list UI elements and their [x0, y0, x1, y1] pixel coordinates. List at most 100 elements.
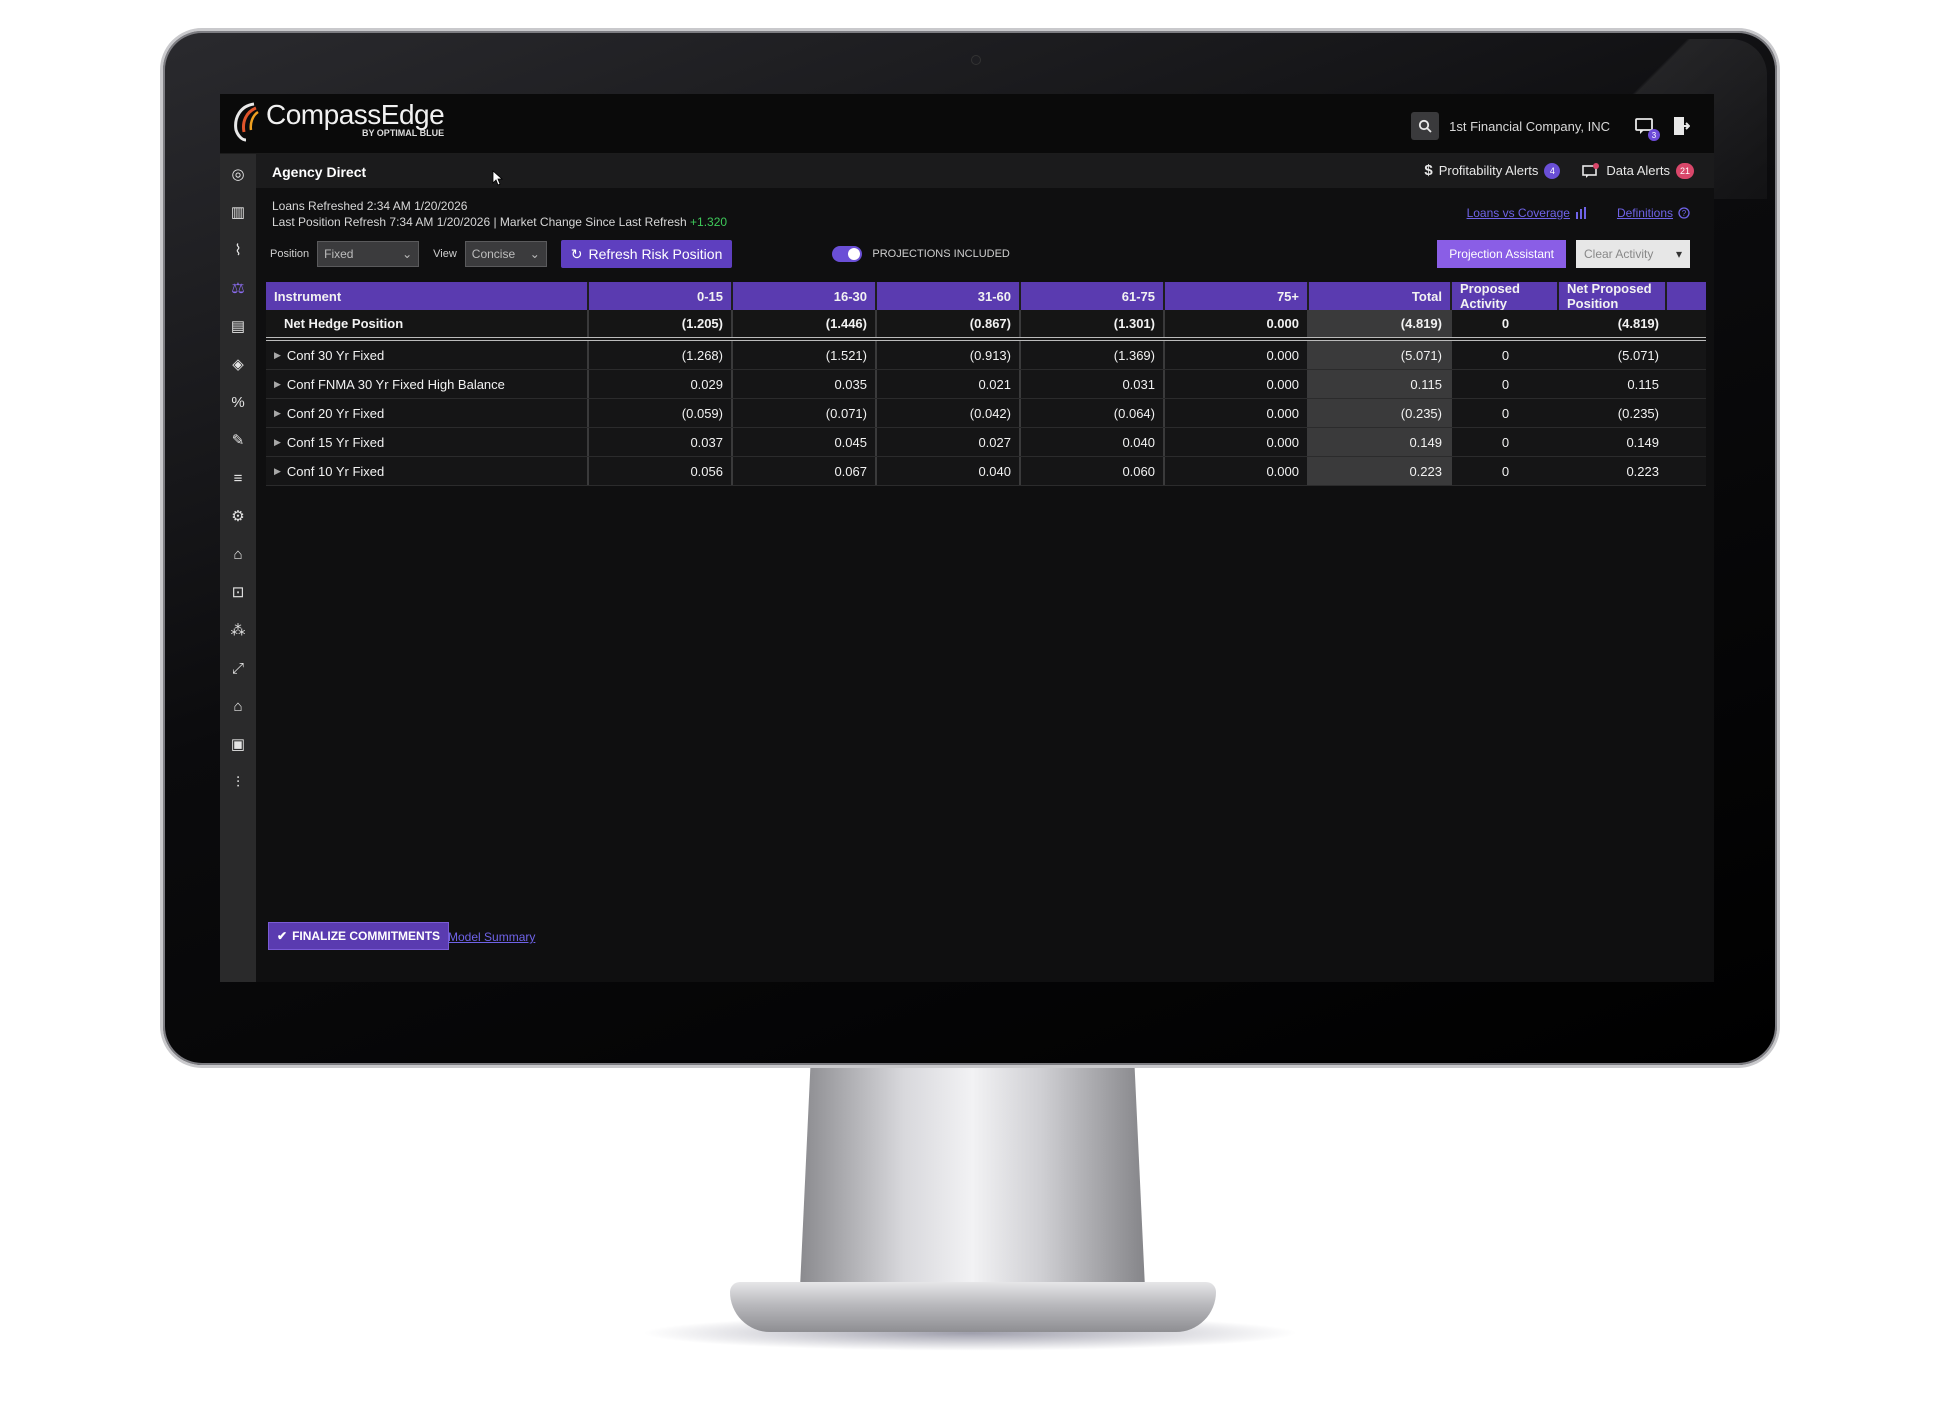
cash-icon[interactable]: ▣	[228, 734, 248, 754]
last-position-refresh: Last Position Refresh 7:34 AM 1/20/2026 …	[272, 215, 687, 229]
clear-activity-label: Clear Activity	[1584, 247, 1654, 261]
column-header[interactable]: 75+	[1165, 282, 1309, 310]
cell-value: 0.115	[1627, 376, 1659, 392]
cell-value: 0.000	[1266, 434, 1299, 450]
column-header[interactable]: Net Proposed Position	[1559, 281, 1667, 311]
clear-activity-select[interactable]: Clear Activity ▾	[1576, 240, 1690, 268]
refresh-risk-position-button[interactable]: ↻ Refresh Risk Position	[560, 240, 733, 268]
table-cell: 0.000	[1165, 399, 1309, 427]
messages-button[interactable]: 3	[1632, 113, 1660, 141]
logo[interactable]: CompassEdge BY OPTIMAL BLUE	[230, 100, 445, 142]
check-icon: ✔	[277, 929, 288, 943]
cell-value: 0	[1501, 405, 1510, 421]
coins-icon[interactable]: ⁂	[228, 620, 248, 640]
column-header[interactable]: 16-30	[733, 282, 877, 310]
top-bar: CompassEdge BY OPTIMAL BLUE 1st Financia…	[220, 94, 1714, 154]
position-label: Position	[270, 248, 310, 260]
table-cell: ▶ Conf 20 Yr Fixed	[266, 399, 589, 427]
table-cell: ▶ Conf 10 Yr Fixed	[266, 457, 589, 485]
view-label: View	[433, 248, 457, 260]
projection-assistant-button[interactable]: Projection Assistant	[1437, 240, 1566, 268]
table-cell: ▶ Conf 30 Yr Fixed	[266, 341, 589, 369]
cell-value: 0-15	[696, 288, 723, 304]
table-cell: 0.045	[733, 428, 877, 456]
row-label: Conf 10 Yr Fixed	[286, 463, 385, 479]
table-cell: (0.913)	[877, 341, 1021, 369]
edit-document-icon[interactable]: ✎	[228, 430, 248, 450]
cell-value: (5.071)	[1617, 347, 1659, 363]
tag-icon[interactable]: ◈	[228, 354, 248, 374]
chevron-down-icon: ⌄	[402, 247, 413, 261]
percent-icon[interactable]: %	[228, 392, 248, 412]
column-header[interactable]: 31-60	[877, 282, 1021, 310]
dollar-icon: $	[1424, 162, 1433, 179]
table-cell: ▶ Conf FNMA 30 Yr Fixed High Balance	[266, 370, 589, 398]
cell-value: 0.045	[834, 434, 867, 450]
projections-label: PROJECTIONS INCLUDED	[872, 248, 1010, 260]
profitability-alerts-count: 4	[1544, 162, 1561, 179]
model-summary-link[interactable]: Model Summary	[448, 930, 535, 944]
cell-value: 0.000	[1266, 316, 1299, 331]
home-icon[interactable]: ⌂	[228, 696, 248, 716]
projections-toggle[interactable]	[832, 246, 863, 262]
bar-chart-icon[interactable]: ▥	[228, 202, 248, 222]
cell-value: (4.819)	[1400, 316, 1442, 331]
table-row[interactable]: ▶ Conf 30 Yr Fixed (1.268) (1.521) (0.913) (1…	[266, 341, 1706, 370]
expand-row-icon[interactable]: ▶	[274, 437, 281, 448]
column-header[interactable]: Instrument	[266, 282, 589, 310]
expand-row-icon[interactable]: ▶	[274, 466, 281, 477]
loans-vs-coverage-link[interactable]: Loans vs Coverage	[1467, 206, 1589, 220]
table-cell: 0	[1452, 428, 1559, 456]
document-icon[interactable]: ▤	[228, 316, 248, 336]
row-label: Net Hedge Position	[284, 316, 404, 331]
chevron-down-icon: ⌄	[529, 247, 540, 261]
finalize-commitments-button[interactable]: ✔ FINALIZE COMMITMENTS	[268, 922, 450, 950]
sliders-icon[interactable]: ⫶	[228, 772, 248, 792]
definitions-link[interactable]: Definitions ?	[1617, 206, 1690, 220]
table-cell: 0.000	[1165, 428, 1309, 456]
view-select[interactable]: Concise ⌄	[464, 241, 547, 267]
risk-position-table: Instrument 0-15 16-30 31-60 61-75 75+ Total Pro…	[266, 281, 1706, 486]
table-row[interactable]: ▶ Conf 15 Yr Fixed 0.037 0.045 0.027 0.040 0.0…	[266, 428, 1706, 457]
net-hedge-row: Net Hedge Position (1.205) (1.446) (0.867) (…	[266, 310, 1706, 341]
table-cell: (1.205)	[589, 310, 733, 337]
cell-value: Net Proposed Position	[1567, 281, 1652, 311]
loans-refreshed: Loans Refreshed 2:34 AM 1/20/2026	[272, 199, 468, 213]
expand-row-icon[interactable]: ▶	[274, 350, 281, 361]
expand-row-icon[interactable]: ▶	[274, 379, 281, 390]
monitor-stand-neck	[800, 1068, 1145, 1288]
search-button[interactable]	[1411, 112, 1440, 140]
table-cell: 0.149	[1309, 428, 1452, 456]
scale-icon[interactable]: ⚖	[228, 278, 248, 298]
expand-icon[interactable]: ⤢	[228, 658, 248, 678]
frame-icon[interactable]: ⊡	[228, 582, 248, 602]
table-row[interactable]: ▶ Conf 10 Yr Fixed 0.056 0.067 0.040 0.060 0.0…	[266, 457, 1706, 486]
cell-value: (0.071)	[825, 405, 867, 421]
column-header[interactable]: 0-15	[589, 282, 733, 310]
column-header[interactable]: 61-75	[1021, 282, 1165, 310]
table-row[interactable]: ▶ Conf FNMA 30 Yr Fixed High Balance 0.029…	[266, 370, 1706, 399]
refresh-info: Loans Refreshed 2:34 AM 1/20/2026 Last P…	[272, 198, 727, 230]
pulse-icon[interactable]: ⌇	[228, 240, 248, 260]
position-select[interactable]: Fixed ⌄	[317, 241, 420, 267]
table-cell: 0.040	[877, 457, 1021, 485]
dashboard-icon[interactable]: ◎	[228, 164, 248, 184]
row-label: Conf 15 Yr Fixed	[286, 434, 385, 450]
table-row[interactable]: ▶ Conf 20 Yr Fixed (0.059) (0.071) (0.042) (0…	[266, 399, 1706, 428]
bank-icon[interactable]: ⌂	[228, 544, 248, 564]
data-alerts-count: 21	[1675, 162, 1694, 179]
logout-button[interactable]	[1668, 113, 1694, 139]
company-name[interactable]: 1st Financial Company, INC	[1449, 119, 1610, 134]
gear-icon[interactable]: ⚙	[228, 506, 248, 526]
cell-value: (0.913)	[969, 347, 1011, 363]
data-alerts[interactable]: Data Alerts 21	[1582, 162, 1694, 179]
table-cell: 0.029	[589, 370, 733, 398]
database-icon[interactable]: ≡	[228, 468, 248, 488]
profitability-alerts[interactable]: $ Profitability Alerts 4	[1424, 162, 1561, 179]
column-header[interactable]: Total	[1309, 282, 1452, 310]
column-header[interactable]: Proposed Activity	[1452, 281, 1559, 311]
expand-row-icon[interactable]: ▶	[274, 408, 281, 419]
table-cell: 0.115	[1559, 370, 1667, 398]
cell-value: (0.867)	[969, 316, 1011, 331]
cell-value: 0.027	[978, 434, 1011, 450]
